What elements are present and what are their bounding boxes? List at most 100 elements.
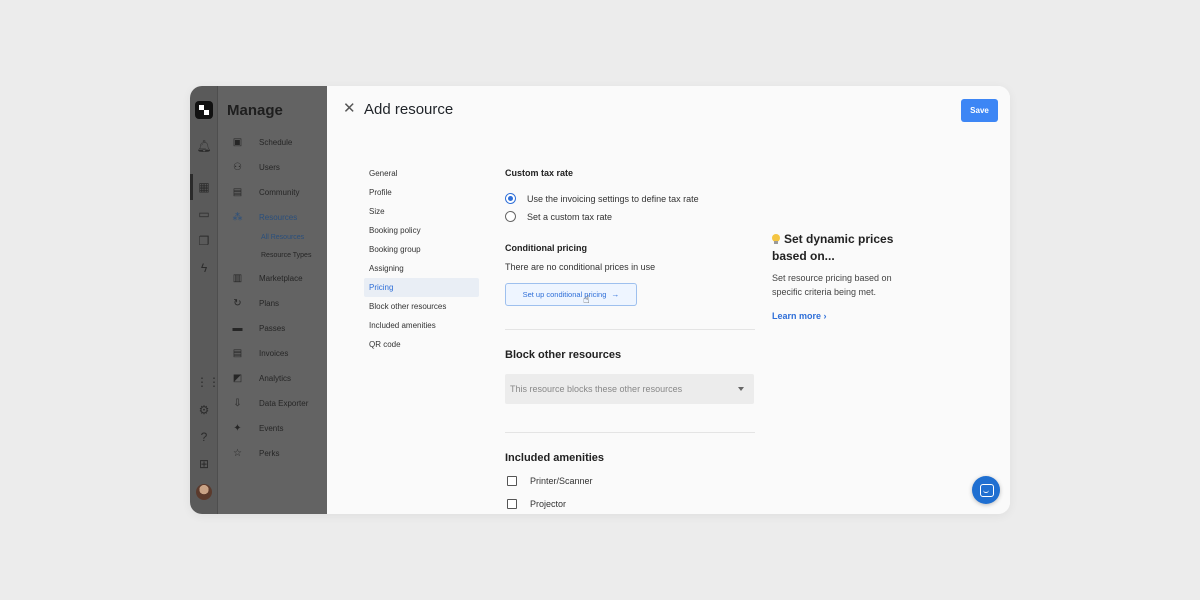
sidebar-item-schedule[interactable]: ▣ Schedule (232, 134, 293, 150)
sidebar-item-plans[interactable]: ↻ Plans (232, 295, 279, 311)
amenities-heading: Included amenities (505, 452, 605, 464)
checkbox[interactable] (507, 499, 517, 509)
hand-cursor-icon: ☝ (583, 294, 590, 306)
setup-conditional-pricing-button[interactable]: Set up conditional pricing → (505, 283, 637, 306)
sidebar-item-marketplace[interactable]: ▥ Marketplace (232, 270, 303, 286)
close-icon[interactable]: ✕ (343, 101, 356, 116)
invoice-icon: ▤ (232, 347, 243, 359)
sidebar-item-label: Plans (259, 298, 280, 308)
lightbulb-icon (772, 234, 780, 244)
avatar[interactable] (196, 484, 212, 500)
sidebar-item-label: Analytics (259, 373, 292, 383)
checkbox[interactable] (507, 476, 517, 486)
sidebar-item-users[interactable]: ⚇ Users (232, 159, 280, 175)
star-icon: ☆ (233, 447, 242, 459)
nav-included-amenities[interactable]: Included amenities (364, 316, 479, 335)
sidebar-item-data-exporter[interactable]: ⇩ Data Exporter (232, 395, 308, 411)
divider (505, 432, 755, 433)
radio-label: Use the invoicing settings to define tax… (527, 193, 699, 204)
learn-more-label: Learn more (772, 311, 822, 321)
pricing-tip: Set dynamic prices based on... Set resou… (772, 231, 922, 321)
bolt-icon[interactable]: ϟ (196, 260, 212, 276)
block-heading: Block other resources (505, 349, 622, 361)
message-icon[interactable]: ▭ (196, 206, 212, 222)
button-label: Set up conditional pricing (522, 290, 607, 299)
tax-option-invoicing[interactable]: Use the invoicing settings to define tax… (505, 193, 699, 204)
pass-icon: ▬ (232, 322, 243, 334)
resources-icon: ⁂ (232, 211, 243, 223)
sidebar-item-label: Community (259, 187, 300, 197)
arrow-right-icon: → (611, 290, 620, 299)
nav-booking-group[interactable]: Booking group (364, 240, 479, 259)
chat-launcher-button[interactable] (972, 476, 1000, 504)
nav-block-other-resources[interactable]: Block other resources (364, 297, 479, 316)
settings-icon[interactable]: ⚙ (196, 402, 212, 418)
app-window: 🔔︎ ▦ ▭ ❐ ϟ ⋮⋮ ⚙ ? ⊞ Manage ▣ Schedule ⚇ … (190, 86, 1010, 514)
tip-title: Set dynamic prices based on... (772, 231, 922, 265)
sidebar-item-label: Passes (259, 323, 286, 333)
export-icon: ⇩ (233, 397, 242, 409)
save-button[interactable]: Save (961, 99, 998, 122)
block-resources-select[interactable]: This resource blocks these other resourc… (505, 374, 754, 404)
stack-icon[interactable]: ❐ (196, 233, 212, 249)
checkbox-label: Projector (530, 499, 567, 509)
nav-qr-code[interactable]: QR code (364, 335, 479, 354)
radio-unchecked[interactable] (505, 211, 516, 222)
checkbox-label: Printer/Scanner (530, 476, 593, 486)
calendar-icon: ▣ (232, 136, 243, 148)
sidebar-subitem-resource-types[interactable]: Resource Types (261, 252, 311, 259)
layout-icon[interactable]: ▦ (196, 179, 212, 195)
sidebar-item-passes[interactable]: ▬ Passes (232, 320, 286, 336)
gift-icon[interactable]: ⊞ (196, 456, 212, 472)
help-icon[interactable]: ? (196, 429, 212, 445)
sidebar-item-resources[interactable]: ⁂ Resources (232, 209, 298, 225)
sidebar-item-analytics[interactable]: ◩ Analytics (232, 370, 291, 386)
sidebar-item-label: Data Exporter (259, 398, 309, 408)
sidebar-title: Manage (227, 102, 283, 119)
tax-option-custom[interactable]: Set a custom tax rate (505, 211, 612, 222)
conditional-note: There are no conditional prices in use (505, 262, 656, 272)
tip-title-text: Set dynamic prices based on... (772, 232, 894, 263)
nav-booking-policy[interactable]: Booking policy (364, 221, 479, 240)
store-icon: ▥ (232, 272, 243, 284)
event-icon: ✦ (233, 422, 242, 434)
apps-grid-icon[interactable]: ⋮⋮ (196, 374, 220, 390)
refresh-icon: ↻ (233, 297, 242, 309)
sidebar-item-invoices[interactable]: ▤ Invoices (232, 345, 289, 361)
sidebar-item-label: Events (259, 423, 284, 433)
sidebar-item-label: Users (259, 162, 280, 172)
rail-active-indicator (190, 174, 193, 200)
amenity-projector[interactable]: Projector (507, 499, 566, 509)
amenity-printer-scanner[interactable]: Printer/Scanner (507, 476, 593, 486)
nav-assigning[interactable]: Assigning (364, 259, 479, 278)
radio-label: Set a custom tax rate (527, 211, 613, 222)
add-resource-modal: ✕ Add resource Save General Profile Size… (327, 86, 1010, 514)
chevron-right-icon: › (823, 311, 827, 321)
modal-title: Add resource (364, 101, 454, 118)
sidebar-item-label: Invoices (259, 348, 289, 358)
sidebar-item-community[interactable]: ▤ Community (232, 184, 300, 200)
tip-text: Set resource pricing based on specific c… (772, 273, 892, 297)
sidebar-item-label: Perks (259, 448, 280, 458)
logo-icon (195, 101, 213, 119)
users-icon: ⚇ (233, 161, 242, 173)
sidebar-subitem-all-resources[interactable]: All Resources (261, 234, 304, 241)
icon-rail: 🔔︎ ▦ ▭ ❐ ϟ ⋮⋮ ⚙ ? ⊞ (190, 86, 220, 514)
sidebar-item-label: Marketplace (259, 273, 303, 283)
bell-icon[interactable]: 🔔︎ (196, 138, 212, 154)
nav-size[interactable]: Size (364, 202, 479, 221)
nav-profile[interactable]: Profile (364, 183, 479, 202)
learn-more-link[interactable]: Learn more › (772, 311, 922, 321)
divider (505, 329, 755, 330)
caret-down-icon (738, 387, 744, 391)
sidebar-item-label: Schedule (259, 137, 293, 147)
select-placeholder: This resource blocks these other resourc… (510, 384, 683, 394)
tax-heading: Custom tax rate (505, 168, 574, 178)
sidebar-item-label: Resources (259, 212, 298, 222)
chart-icon: ◩ (232, 372, 243, 384)
nav-general[interactable]: General (364, 164, 479, 183)
sidebar-item-events[interactable]: ✦ Events (232, 420, 283, 436)
nav-pricing[interactable]: Pricing (364, 278, 479, 297)
radio-checked[interactable] (505, 193, 516, 204)
sidebar-item-perks[interactable]: ☆ Perks (232, 445, 279, 461)
